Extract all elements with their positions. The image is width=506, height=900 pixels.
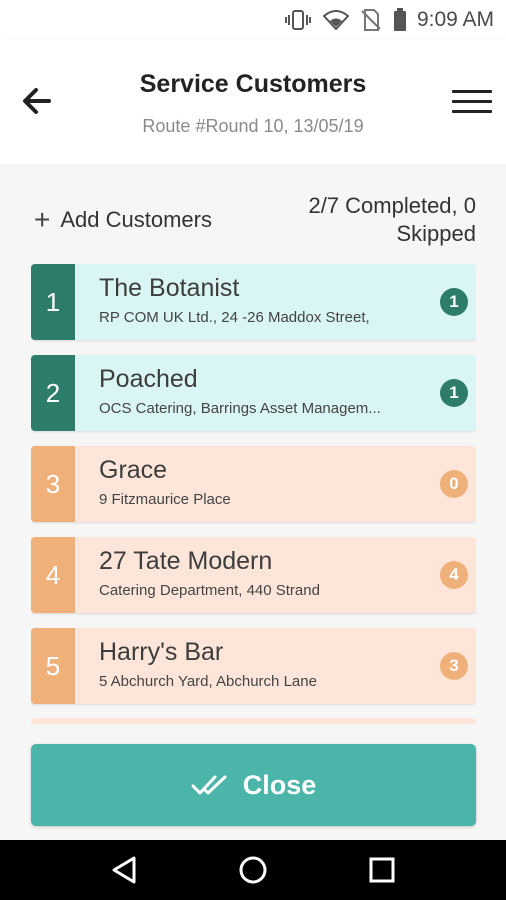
count-badge: 0 [440,470,468,498]
customer-name: Poached [99,365,198,393]
battery-icon [393,8,407,32]
plus-icon: + [34,204,51,235]
customer-card[interactable]: 2 Poached OCS Catering, Barrings Asset M… [31,355,476,431]
menu-button[interactable] [452,84,492,118]
nav-recents-icon [369,857,395,883]
close-button[interactable]: Close [31,744,476,826]
nav-back-button[interactable] [94,845,154,895]
vibrate-icon [284,9,311,31]
customer-address: 5 Abchurch Yard, Abchurch Lane [99,673,317,690]
customer-card[interactable]: 1 The Botanist RP COM UK Ltd., 24 -26 Ma… [31,264,476,340]
no-sim-icon [361,9,381,31]
customer-number: 2 [31,355,75,431]
customer-name: Grace [99,456,168,484]
page-title: Service Customers [139,70,367,98]
status-time: 9:09 AM [416,8,494,31]
customer-list[interactable]: 1 The Botanist RP COM UK Ltd., 24 -26 Ma… [31,264,476,724]
hamburger-menu-icon [452,89,492,93]
customer-address: 9 Fitzmaurice Place [99,491,231,508]
nav-home-button[interactable] [223,845,283,895]
add-customers-label: Add Customers [60,207,212,232]
customer-name: The Botanist [99,274,240,302]
summary-line-2: Skipped [396,221,476,246]
customer-name: 27 Tate Modern [99,547,273,575]
customer-number: 4 [31,537,75,613]
app-header: Service Customers Route #Round 10, 13/05… [0,40,506,164]
count-badge: 1 [440,288,468,316]
nav-home-icon [239,856,267,884]
route-subtitle: Route #Round 10, 13/05/19 [142,116,364,136]
customer-card[interactable]: 5 Harry's Bar 5 Abchurch Yard, Abchurch … [31,628,476,704]
count-badge: 3 [440,652,468,680]
customer-card[interactable]: 3 Grace 9 Fitzmaurice Place 0 [31,446,476,522]
close-button-label: Close [242,769,317,800]
nav-back-icon [112,856,136,884]
system-nav-bar [0,840,506,900]
count-badge: 4 [440,561,468,589]
customer-number: 1 [31,264,75,340]
customer-card[interactable]: 4 27 Tate Modern Catering Department, 44… [31,537,476,613]
customer-name: Harry's Bar [99,638,224,666]
customer-card-partial[interactable] [31,718,476,724]
customer-address: OCS Catering, Barrings Asset Managem... [99,400,381,417]
count-badge: 1 [440,379,468,407]
customer-address: RP COM UK Ltd., 24 -26 Maddox Street, [99,309,370,326]
nav-recents-button[interactable] [352,845,412,895]
customer-address: Catering Department, 440 Strand [99,582,320,599]
double-check-icon [191,775,227,795]
status-bar: 9:09 AM [0,0,506,40]
completion-summary: 2/7 Completed, 0 Skipped [246,192,476,248]
customer-number: 5 [31,628,75,704]
wifi-icon [322,10,349,30]
customer-number: 3 [31,446,75,522]
summary-line-1: 2/7 Completed, 0 [308,193,476,218]
add-customers-button[interactable]: + Add Customers [34,206,212,234]
main-content: + Add Customers 2/7 Completed, 0 Skipped… [0,164,506,840]
